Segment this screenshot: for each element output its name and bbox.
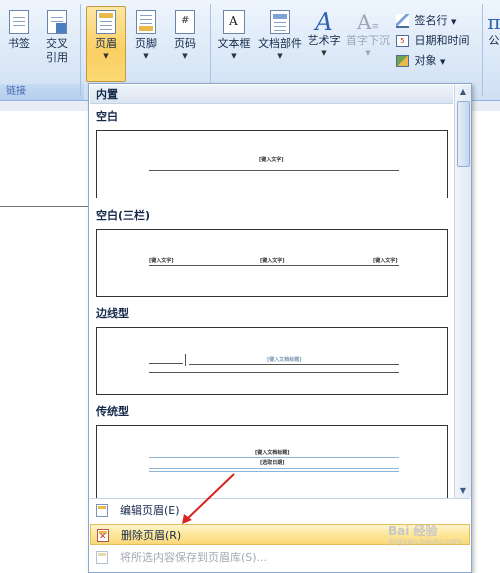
header-icon [96, 10, 116, 34]
formula-label: 公 [488, 34, 500, 47]
save-to-gallery-icon [96, 551, 108, 564]
page-number-dropdown-arrow-icon: ▼ [182, 52, 188, 60]
watermark: Bai 经验 jingyan.baidu.com [388, 522, 462, 546]
placeholder-text: [选取日期] [260, 460, 285, 466]
bookmark-button[interactable]: 书签 [2, 10, 36, 51]
edit-header-icon [96, 504, 108, 517]
annotation-arrow-icon [182, 473, 235, 524]
header-rule-lower [149, 372, 399, 373]
date-time-label: 日期和时间 [414, 34, 470, 47]
header-rule [149, 170, 399, 171]
placeholder-text: [键入文字] [260, 258, 285, 264]
header-template-blank[interactable]: [键入文字] [96, 130, 448, 198]
bookmark-label: 书签 [8, 37, 30, 50]
header-rule [149, 265, 399, 266]
remove-header-icon: ✕ [97, 529, 109, 542]
page-number-label: 页码 [174, 37, 196, 50]
edit-header-menu-item[interactable]: 编辑页眉(E) [90, 500, 470, 521]
gallery-section-title: 边线型 [96, 307, 129, 320]
watermark-brand: Bai 经验 [388, 524, 438, 538]
header-rule [189, 364, 399, 365]
links-group-label: 链接 [0, 84, 84, 100]
doc-parts-label: 文档部件 [258, 37, 302, 50]
gallery-builtin-heading: 内置 [90, 85, 453, 104]
footer-icon [136, 10, 156, 34]
doc-parts-button[interactable]: 文档部件 ▼ [256, 10, 304, 61]
remove-header-label: 删除页眉(R) [121, 529, 182, 542]
header-rule [149, 457, 399, 458]
signature-line-icon [396, 14, 409, 28]
calendar-icon: 5 [396, 35, 409, 47]
gallery-section-title: 空白(三栏) [96, 209, 151, 222]
save-to-gallery-label: 将所选内容保存到页眉库(S)... [120, 551, 268, 564]
scroll-down-icon[interactable]: ▼ [456, 484, 470, 498]
scroll-up-icon[interactable]: ▲ [456, 85, 470, 99]
doc-parts-dropdown-arrow-icon: ▼ [277, 52, 283, 60]
placeholder-text: [键入文档标题] [267, 357, 302, 363]
signature-line-label: 签名行 [414, 14, 448, 27]
wordart-button[interactable]: A 艺术字 ▼ [306, 10, 342, 58]
date-time-button[interactable]: 5 日期和时间 [396, 32, 470, 48]
sideline-divider [185, 354, 186, 366]
document-header-line [0, 206, 88, 207]
object-dropdown-arrow-icon: ▼ [440, 58, 446, 66]
drop-cap-dropdown-arrow-icon: ▼ [365, 49, 371, 57]
bookmark-icon [9, 10, 29, 34]
drop-cap-icon: A≡ [357, 10, 379, 34]
header-gallery-dropdown: 内置 空白 [键入文字] 空白(三栏) [键入文字] [键入文字] [键入文字]… [88, 83, 472, 573]
cross-reference-label-1: 交叉 [46, 37, 68, 50]
cross-reference-icon [47, 10, 67, 34]
text-box-dropdown-arrow-icon: ▼ [231, 52, 237, 60]
gallery-scrollbar[interactable]: ▲ ▼ [454, 85, 471, 498]
header-label: 页眉 [95, 37, 117, 50]
scrollbar-thumb[interactable] [457, 101, 470, 167]
gallery-section-title: 传统型 [96, 405, 129, 418]
header-template-traditional[interactable]: [键入文档标题] [选取日期] [96, 425, 448, 499]
signature-line-button[interactable]: 签名行 ▼ [396, 12, 456, 28]
doc-parts-icon [270, 10, 290, 34]
text-box-button[interactable]: A 文本框 ▼ [214, 10, 254, 61]
sideline-left-rule [149, 363, 183, 364]
text-box-label: 文本框 [217, 37, 251, 50]
cross-reference-button[interactable]: 交叉 引用 [40, 10, 74, 65]
formula-button-partial[interactable]: π 公 [486, 10, 500, 48]
menu-separator [90, 498, 470, 499]
object-icon [396, 55, 409, 67]
placeholder-text: [键入文字] [373, 258, 398, 264]
text-box-icon: A [223, 10, 245, 34]
header-dropdown-arrow-icon: ▼ [103, 52, 109, 60]
drop-cap-label: 首字下沉 [346, 34, 390, 47]
wordart-dropdown-arrow-icon: ▼ [321, 49, 327, 57]
gallery-section-title: 空白 [96, 110, 118, 123]
cross-reference-label-2: 引用 [46, 51, 68, 64]
header-button[interactable]: 页眉 ▼ [86, 10, 126, 61]
page-number-icon: # [175, 10, 195, 34]
object-label: 对象 [414, 54, 437, 67]
object-button[interactable]: 对象 ▼ [396, 52, 445, 68]
placeholder-text: [键入文字] [259, 157, 284, 163]
drop-cap-button[interactable]: A≡ 首字下沉 ▼ [344, 10, 392, 58]
watermark-url: jingyan.baidu.com [388, 537, 462, 546]
footer-dropdown-arrow-icon: ▼ [143, 52, 149, 60]
footer-label: 页脚 [135, 37, 157, 50]
formula-icon: π [487, 10, 500, 34]
header-template-sideline[interactable]: [键入文档标题] [96, 327, 448, 395]
wordart-icon: A [315, 8, 333, 36]
footer-button[interactable]: 页脚 ▼ [128, 10, 164, 61]
group-separator [80, 4, 81, 96]
page-number-button[interactable]: # 页码 ▼ [166, 10, 204, 61]
header-template-blank-three-column[interactable]: [键入文字] [键入文字] [键入文字] [96, 229, 448, 297]
header-rule-lower [149, 468, 399, 469]
placeholder-text: [键入文档标题] [255, 450, 290, 456]
signature-line-dropdown-arrow-icon: ▼ [451, 18, 457, 26]
wordart-label: 艺术字 [307, 34, 341, 47]
group-separator [482, 4, 483, 96]
save-to-header-gallery-menu-item[interactable]: 将所选内容保存到页眉库(S)... [90, 547, 470, 568]
placeholder-text: [键入文字] [149, 258, 174, 264]
